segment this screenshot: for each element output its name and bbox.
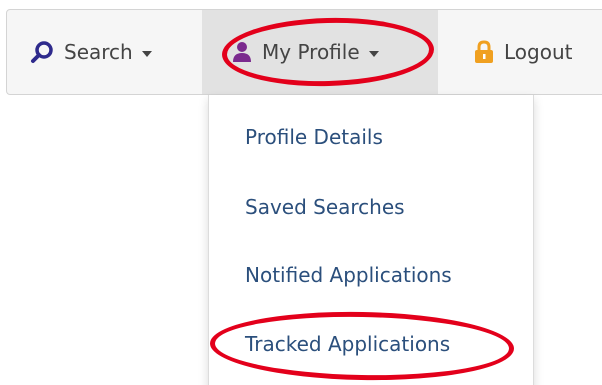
profile-dropdown-menu: Profile Details Saved Searches Notified … — [208, 95, 534, 385]
nav-my-profile-dropdown[interactable]: My Profile — [202, 10, 438, 94]
chevron-down-icon — [141, 50, 152, 57]
menu-item-saved-searches[interactable]: Saved Searches — [245, 195, 405, 219]
nav-my-profile-label: My Profile — [262, 40, 360, 64]
user-icon — [232, 41, 252, 63]
nav-search-label: Search — [64, 40, 133, 64]
nav-logout-label: Logout — [504, 40, 573, 64]
menu-item-profile-details[interactable]: Profile Details — [245, 125, 383, 149]
page: Search My Profile Logout Profile Details… — [0, 0, 602, 385]
menu-item-notified-applications[interactable]: Notified Applications — [245, 263, 452, 287]
chevron-down-icon — [368, 50, 379, 57]
lock-icon — [474, 40, 494, 64]
nav-search-dropdown[interactable]: Search — [30, 10, 152, 94]
nav-logout-link[interactable]: Logout — [474, 10, 572, 94]
search-icon — [30, 40, 54, 64]
menu-item-tracked-applications[interactable]: Tracked Applications — [245, 332, 450, 356]
